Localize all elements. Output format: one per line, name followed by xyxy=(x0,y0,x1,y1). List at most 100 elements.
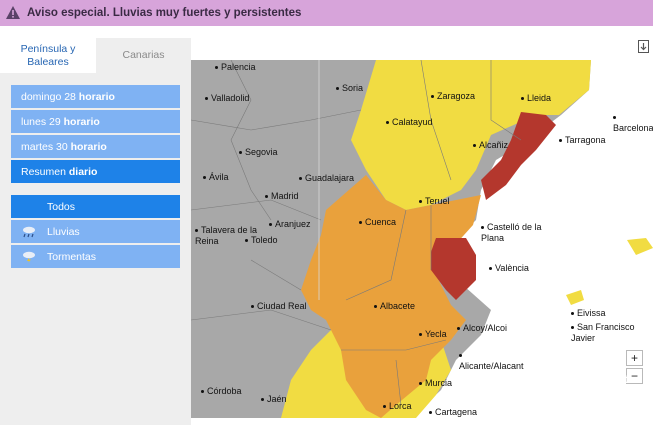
city-name: Yecla xyxy=(425,329,447,339)
city-dot xyxy=(521,97,524,101)
city-dot xyxy=(459,354,462,358)
city-label: Eivissa xyxy=(571,308,606,319)
city-label: Yecla xyxy=(419,329,447,340)
city-label: Alcañiz xyxy=(473,140,508,151)
city-dot xyxy=(571,312,574,316)
city-dot xyxy=(457,327,460,331)
city-label: Albacete xyxy=(374,301,415,312)
city-dot xyxy=(489,267,492,271)
city-name: Soria xyxy=(342,83,364,93)
filter-label: Todos xyxy=(47,200,76,213)
city-label: Ávila xyxy=(203,172,229,183)
city-label: Madrid xyxy=(265,191,299,202)
city-name: Lleida xyxy=(527,93,552,103)
city-label: Cartagena xyxy=(429,407,477,418)
filter-tormentas-button[interactable]: Tormentas xyxy=(11,245,180,268)
city-dot xyxy=(239,151,242,155)
filter-label: Tormentas xyxy=(47,250,97,263)
city-name: Cuenca xyxy=(365,217,397,227)
day-label: martes 30 xyxy=(21,140,68,153)
aemet-logo: aemet xyxy=(581,374,628,386)
city-label: Alicante/Alacant xyxy=(459,350,529,372)
city-dot xyxy=(203,176,206,180)
city-name: Lorca xyxy=(389,401,412,411)
city-label: Calatayud xyxy=(386,117,433,128)
zoom-in-button[interactable]: + xyxy=(626,350,643,366)
city-label: Valladolid xyxy=(205,93,249,104)
day-mode: horario xyxy=(63,115,100,128)
city-label: Tarragona xyxy=(559,135,606,146)
city-name: Córdoba xyxy=(207,386,242,396)
city-dot xyxy=(201,390,204,394)
city-name: Eivissa xyxy=(577,308,606,318)
day-label: lunes 29 xyxy=(21,115,61,128)
filter-todos-button[interactable]: Todos xyxy=(11,195,180,218)
city-label: Castelló de la Plana xyxy=(481,222,551,244)
city-dot xyxy=(269,223,272,227)
city-name: Cartagena xyxy=(435,407,478,417)
city-label: Barcelona xyxy=(613,112,653,134)
warning-banner: Aviso especial. Lluvias muy fuertes y pe… xyxy=(0,0,653,26)
zoom-out-button[interactable]: − xyxy=(626,368,643,384)
city-name: Alcoy/Alcoi xyxy=(463,323,508,333)
filter-lluvias-button[interactable]: Lluvias xyxy=(11,220,180,243)
city-dot xyxy=(613,116,616,120)
city-dot xyxy=(205,97,208,101)
day-button-martes[interactable]: martes 30 horario xyxy=(11,135,180,158)
city-name: Castelló de la Plana xyxy=(481,222,542,243)
city-dot xyxy=(215,66,218,70)
day-button-domingo[interactable]: domingo 28 horario xyxy=(11,85,180,108)
download-icon[interactable] xyxy=(638,40,649,53)
city-name: Palencia xyxy=(221,62,256,72)
day-mode: horario xyxy=(78,90,115,103)
city-dot xyxy=(481,226,484,230)
tab-canarias[interactable]: Canarias xyxy=(96,38,191,73)
day-button-lunes[interactable]: lunes 29 horario xyxy=(11,110,180,133)
tab-label-line2: Baleares xyxy=(27,55,69,68)
city-name: Teruel xyxy=(425,196,450,206)
city-dot xyxy=(374,305,377,309)
city-name: Tarragona xyxy=(565,135,606,145)
city-label: San Francisco Javier xyxy=(571,322,641,344)
city-name: Ciudad Real xyxy=(257,301,307,311)
city-name: Guadalajara xyxy=(305,173,355,183)
city-name: Segovia xyxy=(245,147,278,157)
city-dot xyxy=(473,144,476,148)
banner-text: Aviso especial. Lluvias muy fuertes y pe… xyxy=(27,7,302,19)
aemet-logo-text: aemet xyxy=(596,374,628,386)
city-label: Jaén xyxy=(261,394,287,405)
city-label: Guadalajara xyxy=(299,173,354,184)
city-name: Toledo xyxy=(251,235,278,245)
day-mode: diario xyxy=(68,165,98,178)
city-dot xyxy=(245,239,248,243)
city-name: Jaén xyxy=(267,394,287,404)
city-dot xyxy=(571,326,574,330)
city-name: San Francisco Javier xyxy=(571,322,635,343)
city-dot xyxy=(431,95,434,99)
map-area: Palencia Soria Zaragoza Lleida Valladolid Cal… xyxy=(191,38,653,425)
day-label: Resumen xyxy=(21,165,66,178)
city-label: Cuenca xyxy=(359,217,396,228)
day-button-resumen[interactable]: Resumen diario xyxy=(11,160,180,183)
city-name: Alicante/Alacant xyxy=(459,361,524,371)
city-dot xyxy=(419,382,422,386)
city-label: Aranjuez xyxy=(269,219,311,230)
day-label: domingo 28 xyxy=(21,90,76,103)
city-label: Lleida xyxy=(521,93,551,104)
city-name: Aranjuez xyxy=(275,219,311,229)
city-label: Zaragoza xyxy=(431,91,475,102)
city-dot xyxy=(383,405,386,409)
city-name: València xyxy=(495,263,529,273)
city-name: Calatayud xyxy=(392,117,433,127)
filter-label: Lluvias xyxy=(47,225,80,238)
warnings-map[interactable]: Palencia Soria Zaragoza Lleida Valladolid Cal… xyxy=(191,60,653,418)
tab-peninsula-baleares[interactable]: Península y Baleares xyxy=(0,38,96,73)
city-name: Valladolid xyxy=(211,93,250,103)
aemet-logo-icon xyxy=(581,375,593,385)
city-name: Albacete xyxy=(380,301,416,311)
city-dot xyxy=(419,200,422,204)
city-name: Zaragoza xyxy=(437,91,476,101)
region-tabs: Península y Baleares Canarias xyxy=(0,38,191,73)
city-dot xyxy=(265,195,268,199)
city-dot xyxy=(195,229,198,233)
